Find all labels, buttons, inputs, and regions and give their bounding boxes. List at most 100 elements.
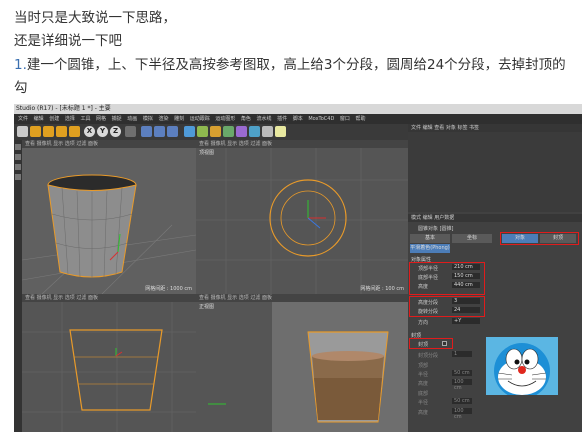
select-orientation[interactable]: +Y: [452, 318, 480, 324]
menu-select[interactable]: 选择: [65, 114, 75, 124]
field-label-bottom-radius: 底部半径: [418, 275, 439, 281]
undo-icon[interactable]: [17, 126, 28, 137]
article-line-2: 还是详细说一下吧: [14, 33, 122, 49]
article-step-1: 1.建一个圆锥，上、下半径及高按参考图取，高上给3个分段，圆周给24个分段，去掉…: [14, 53, 566, 73]
move-icon[interactable]: [43, 126, 54, 137]
live-select-icon[interactable]: [30, 126, 41, 137]
om-menu-tags[interactable]: 标签: [457, 125, 467, 131]
object-manager-list[interactable]: [408, 132, 582, 212]
field-label-height-segments: 高度分段: [418, 300, 439, 306]
input-fillet-bottom-radius[interactable]: 50 cm: [452, 398, 472, 404]
input-height[interactable]: 440 cm: [452, 282, 480, 288]
menu-help[interactable]: 帮助: [356, 114, 366, 124]
tab-coord[interactable]: 坐标: [452, 234, 492, 243]
menu-tracker[interactable]: 运动跟踪: [190, 114, 210, 124]
deformer-icon[interactable]: [236, 126, 247, 137]
om-menu-edit[interactable]: 编辑: [423, 125, 433, 131]
z-axis-lock-button[interactable]: Z: [110, 126, 121, 137]
attributes-menu: 模式 编辑 用户数据: [408, 214, 582, 222]
field-label-rotation-segments: 旋转分段: [418, 309, 439, 315]
article-line-1: 当时只是大致说一下思路，: [14, 10, 176, 26]
om-menu-objects[interactable]: 对象: [446, 125, 456, 131]
make-editable-icon[interactable]: [15, 144, 21, 150]
menu-moxtoc4d[interactable]: MoxToC4D: [308, 114, 334, 124]
input-bottom-radius[interactable]: 150 cm: [452, 273, 480, 279]
menu-edit[interactable]: 编辑: [34, 114, 44, 124]
om-menu-bookmarks[interactable]: 书签: [469, 125, 479, 131]
menu-animate[interactable]: 动画: [127, 114, 137, 124]
model-mode-icon[interactable]: [15, 154, 21, 160]
step-number: 1.: [14, 57, 27, 73]
menu-window[interactable]: 窗口: [340, 114, 350, 124]
render-view-icon[interactable]: [141, 126, 152, 137]
light-icon[interactable]: [275, 126, 286, 137]
field-label-orientation: 方向: [418, 320, 429, 326]
viewport-render[interactable]: 查看 摄像机 显示 选项 过滤 面板 正视图: [196, 294, 408, 432]
menu-file[interactable]: 文件: [18, 114, 28, 124]
highlight-tabs: [500, 232, 579, 245]
viewport-top[interactable]: 查看 摄像机 显示 选项 过滤 面板 顶视图 网格间距 : 100 cm: [196, 140, 408, 294]
viewport-perspective[interactable]: 查看 摄像机 显示 选项 过滤 面板 网格间距 : 1000 cm: [22, 140, 196, 294]
field-label-cap-segments: 封顶分段: [418, 353, 439, 359]
menu-pipeline[interactable]: 流水线: [257, 114, 272, 124]
caps-checkbox[interactable]: [442, 341, 447, 346]
render-view-scene: [208, 302, 408, 432]
array-icon[interactable]: [223, 126, 234, 137]
om-menu-file[interactable]: 文件: [411, 125, 421, 131]
top-view-scene: [196, 148, 408, 294]
menu-tools[interactable]: 工具: [80, 114, 90, 124]
om-menu-view[interactable]: 查看: [434, 125, 444, 131]
render-picture-viewer-icon[interactable]: [154, 126, 165, 137]
perspective-scene: [22, 174, 196, 294]
input-top-radius[interactable]: 210 cm: [452, 264, 480, 270]
subdivision-icon[interactable]: [210, 126, 221, 137]
cube-icon[interactable]: [184, 126, 195, 137]
top-grid-scale: 网格间距 : 100 cm: [360, 286, 404, 292]
y-axis-lock-button[interactable]: Y: [97, 126, 108, 137]
camera-icon[interactable]: [262, 126, 273, 137]
menu-snap[interactable]: 捕捉: [112, 114, 122, 124]
front-view-scene: [22, 302, 196, 432]
attr-menu-mode[interactable]: 模式: [411, 215, 421, 221]
field-label-top-radius: 顶部半径: [418, 266, 439, 272]
menu-sculpt[interactable]: 雕刻: [174, 114, 184, 124]
cinema4d-screenshot: Studio (R17) - [未标题 1 *] - 主要 文件 编辑 创建 选…: [14, 104, 582, 432]
input-rotation-segments[interactable]: 24: [452, 307, 480, 313]
window-title: Studio (R17) - [未标题 1 *] - 主要: [14, 104, 582, 114]
input-fillet-top-height[interactable]: 100 cm: [452, 379, 472, 391]
menu-create[interactable]: 创建: [49, 114, 59, 124]
tab-basic[interactable]: 基本: [410, 234, 450, 243]
input-cap-segments[interactable]: 1: [452, 351, 472, 357]
x-axis-lock-button[interactable]: X: [84, 126, 95, 137]
menu-bar: 文件 编辑 创建 选择 工具 网格 捕捉 动画 模拟 渲染 雕刻 运动跟踪 运动…: [14, 114, 582, 124]
attributes-object-name: 圆锥对象 [圆锥]: [418, 226, 454, 232]
input-height-segments[interactable]: 3: [452, 298, 480, 304]
menu-character[interactable]: 角色: [241, 114, 251, 124]
attr-menu-edit[interactable]: 编辑: [423, 215, 433, 221]
menu-mograph[interactable]: 运动图形: [215, 114, 235, 124]
field-label-fillet-bottom: 底部: [418, 391, 429, 397]
pen-icon[interactable]: [197, 126, 208, 137]
render-settings-icon[interactable]: [167, 126, 178, 137]
menu-plugins[interactable]: 插件: [277, 114, 287, 124]
left-mode-toolbar: [14, 140, 22, 432]
menu-mesh[interactable]: 网格: [96, 114, 106, 124]
article-step-1-cont: 勾: [14, 80, 28, 96]
menu-render[interactable]: 渲染: [158, 114, 168, 124]
menu-script[interactable]: 脚本: [293, 114, 303, 124]
menu-simulate[interactable]: 模拟: [143, 114, 153, 124]
points-mode-icon[interactable]: [15, 174, 21, 180]
input-fillet-top-radius[interactable]: 50 cm: [452, 370, 472, 376]
attr-menu-userdata[interactable]: 用户数据: [434, 215, 454, 221]
rotate-icon[interactable]: [69, 126, 80, 137]
field-label-fillet-top-height: 高度: [418, 381, 429, 387]
scene-icon[interactable]: [249, 126, 260, 137]
input-fillet-bottom-height[interactable]: 100 cm: [452, 408, 472, 420]
scale-icon[interactable]: [56, 126, 67, 137]
viewport-front[interactable]: 查看 摄像机 显示 选项 过滤 面板: [22, 294, 196, 432]
texture-mode-icon[interactable]: [15, 164, 21, 170]
tab-phong[interactable]: 平滑着色(Phong): [410, 244, 450, 253]
step-text: 建一个圆锥，上、下半径及高按参考图取，高上给3个分段，圆周给24个分段，去掉封顶…: [26, 57, 566, 73]
main-toolbar: X Y Z: [14, 124, 408, 140]
coordinate-system-icon[interactable]: [125, 126, 136, 137]
